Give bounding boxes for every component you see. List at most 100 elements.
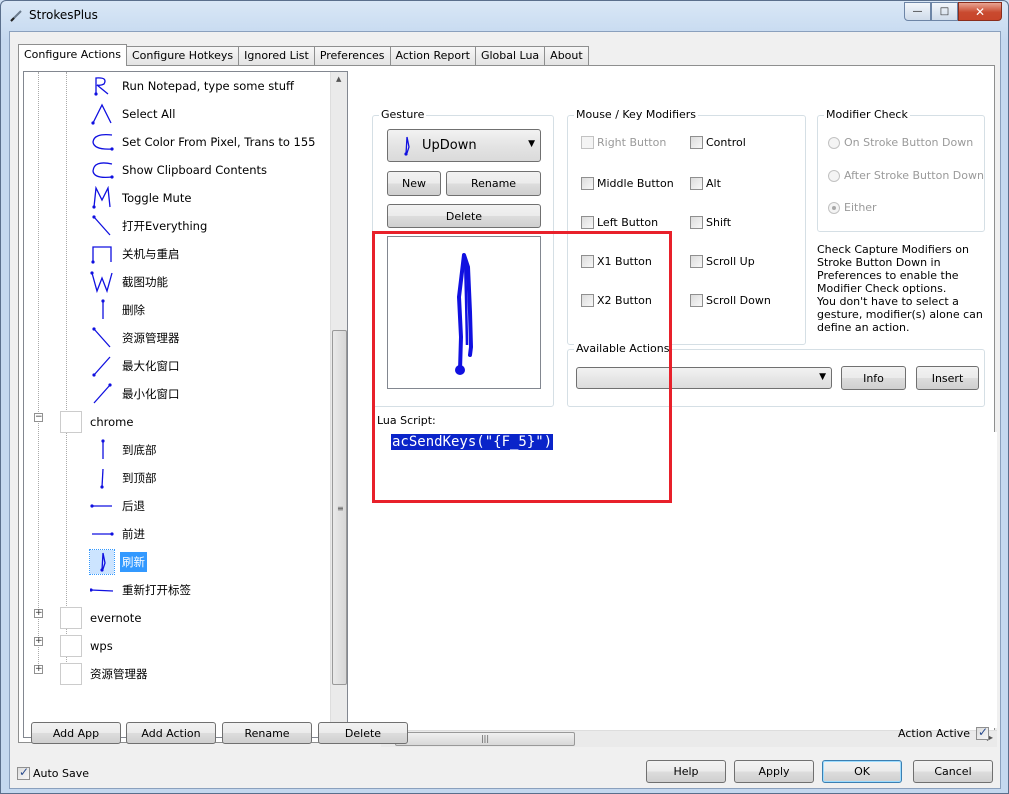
chevron-down-icon: ▼ — [528, 139, 535, 149]
gesture-left-icon — [90, 504, 112, 508]
scroll-down-checkbox[interactable]: Scroll Down — [690, 294, 771, 307]
tree-action-item[interactable]: 前进 — [90, 520, 147, 548]
tree-action-item[interactable]: 到底部 — [90, 436, 159, 464]
checkbox-label: Shift — [706, 216, 732, 229]
add-action-button[interactable]: Add Action — [126, 722, 216, 744]
tree-app-chrome[interactable]: chrome — [60, 408, 135, 436]
tree-item-label: 到底部 — [122, 443, 157, 457]
scroll-up-arrow-icon[interactable]: ▲ — [336, 75, 341, 83]
delete-gesture-button[interactable]: Delete — [387, 204, 541, 228]
tab-preferences[interactable]: Preferences — [313, 46, 391, 66]
tab-configure-hotkeys[interactable]: Configure Hotkeys — [126, 46, 240, 66]
tree-action-item[interactable]: Set Color From Pixel, Trans to 155 — [90, 128, 317, 156]
tree-action-item[interactable]: 最小化窗口 — [90, 380, 182, 408]
ok-button[interactable]: OK — [822, 760, 902, 783]
tree-action-item[interactable]: 后退 — [90, 492, 147, 520]
minimize-button[interactable]: — — [904, 2, 931, 21]
apply-button[interactable]: Apply — [734, 760, 814, 783]
tree-item-label: 最小化窗口 — [122, 387, 180, 401]
new-gesture-button[interactable]: New — [387, 171, 441, 196]
tree-item-label: 截图功能 — [122, 275, 168, 289]
tree-action-item[interactable]: 打开Everything — [90, 212, 209, 240]
cancel-button[interactable]: Cancel — [913, 760, 993, 783]
tree-action-item[interactable]: 截图功能 — [90, 268, 170, 296]
tree-action-item[interactable]: 删除 — [90, 296, 147, 324]
tree-item-label: 刷新 — [120, 552, 147, 572]
modifier-check-note: Check Capture Modifiers on Stroke Button… — [817, 243, 969, 295]
expand-toggle[interactable]: + — [34, 665, 43, 674]
tab-strip: Configure Actions Configure Hotkeys Igno… — [18, 44, 589, 66]
auto-save-checkbox[interactable]: Auto Save — [17, 765, 89, 780]
left-button-checkbox[interactable]: Left Button — [581, 216, 658, 229]
add-app-button[interactable]: Add App — [31, 722, 121, 744]
tree-scrollbar[interactable]: ▲ ≡ ▼ — [330, 72, 347, 737]
info-button[interactable]: Info — [841, 366, 906, 390]
title-bar[interactable]: StrokesPlus — □ ✕ — [1, 1, 1008, 31]
scroll-up-checkbox[interactable]: Scroll Up — [690, 255, 755, 268]
radio-circle — [828, 169, 840, 182]
tree-item-label: Show Clipboard Contents — [122, 163, 267, 177]
gesture-group-label: Gesture — [379, 108, 427, 121]
tree-action-item[interactable]: Run Notepad, type some stuff — [90, 72, 296, 100]
highlight-annotation-box — [372, 231, 672, 503]
checkbox-box — [690, 294, 703, 307]
expand-toggle[interactable]: + — [34, 637, 43, 646]
after-stroke-button-down-radio[interactable]: After Stroke Button Down — [828, 169, 984, 182]
close-button[interactable]: ✕ — [958, 2, 1002, 21]
gesture-left-long-icon — [90, 588, 114, 592]
chevron-down-icon: ▼ — [819, 372, 826, 382]
alt-checkbox[interactable]: Alt — [690, 177, 721, 190]
help-button[interactable]: Help — [646, 760, 726, 783]
action-tree[interactable]: Run Notepad, type some stuff Select All … — [23, 71, 348, 738]
control-checkbox[interactable]: Control — [690, 136, 746, 149]
tree-action-item[interactable]: 最大化窗口 — [90, 352, 182, 380]
gesture-updown-icon — [89, 549, 115, 575]
on-stroke-button-down-radio[interactable]: On Stroke Button Down — [828, 136, 973, 149]
gesture-r-icon — [94, 77, 109, 96]
tree-app-explorer[interactable]: 资源管理器 — [60, 660, 150, 688]
tree-action-item[interactable]: Select All — [90, 100, 177, 128]
checkbox-label: Right Button — [597, 136, 667, 149]
tree-action-item[interactable]: 到顶部 — [90, 464, 159, 492]
tree-app-evernote[interactable]: evernote — [60, 604, 143, 632]
maximize-button[interactable]: □ — [931, 2, 958, 21]
either-radio[interactable]: Either — [828, 201, 877, 214]
app-icon — [10, 10, 22, 22]
right-button-checkbox[interactable]: Right Button — [581, 136, 666, 149]
delete-button[interactable]: Delete — [318, 722, 408, 744]
tree-action-item[interactable]: Toggle Mute — [90, 184, 193, 212]
tree-action-item[interactable]: 关机与重启 — [90, 240, 182, 268]
tab-about[interactable]: About — [544, 46, 589, 66]
gesture-c-icon — [92, 162, 114, 179]
insert-button[interactable]: Insert — [916, 366, 979, 390]
tab-ignored-list[interactable]: Ignored List — [238, 46, 315, 66]
action-active-checkbox[interactable]: Action Active — [898, 725, 992, 740]
tab-configure-actions[interactable]: Configure Actions — [18, 44, 127, 66]
rename-gesture-button[interactable]: Rename — [446, 171, 541, 196]
checkbox-box — [975, 725, 989, 740]
tree-action-item[interactable]: 资源管理器 — [90, 324, 182, 352]
gesture-select[interactable]: UpDown ▼ — [387, 129, 541, 162]
tree-item-label: 删除 — [122, 303, 145, 317]
gesture-diagonal-icon — [92, 327, 111, 348]
tab-action-report[interactable]: Action Report — [389, 46, 476, 66]
expand-toggle[interactable]: + — [34, 609, 43, 618]
radio-circle — [828, 201, 840, 214]
tab-global-lua[interactable]: Global Lua — [474, 46, 546, 66]
configure-actions-pane: Run Notepad, type some stuff Select All … — [18, 65, 997, 747]
shift-checkbox[interactable]: Shift — [690, 216, 731, 229]
tree-item-label: 关机与重启 — [122, 247, 180, 261]
collapse-toggle[interactable]: − — [34, 413, 43, 422]
tree-app-wps[interactable]: wps — [60, 632, 115, 660]
tree-item-label: 前进 — [122, 527, 145, 541]
dialog-client: Configure Actions Configure Hotkeys Igno… — [9, 31, 1001, 789]
tree-action-item[interactable]: 重新打开标签 — [90, 576, 193, 604]
middle-button-checkbox[interactable]: Middle Button — [581, 177, 674, 190]
checkbox-label: Alt — [706, 177, 721, 190]
scrollbar-thumb[interactable]: ||| — [395, 732, 575, 746]
scrollbar-thumb[interactable]: ≡ — [332, 330, 347, 685]
tree-action-item-selected[interactable]: 刷新 — [89, 548, 147, 576]
checkbox-label: Control — [706, 136, 746, 149]
tree-action-item[interactable]: Show Clipboard Contents — [90, 156, 269, 184]
rename-button[interactable]: Rename — [222, 722, 312, 744]
